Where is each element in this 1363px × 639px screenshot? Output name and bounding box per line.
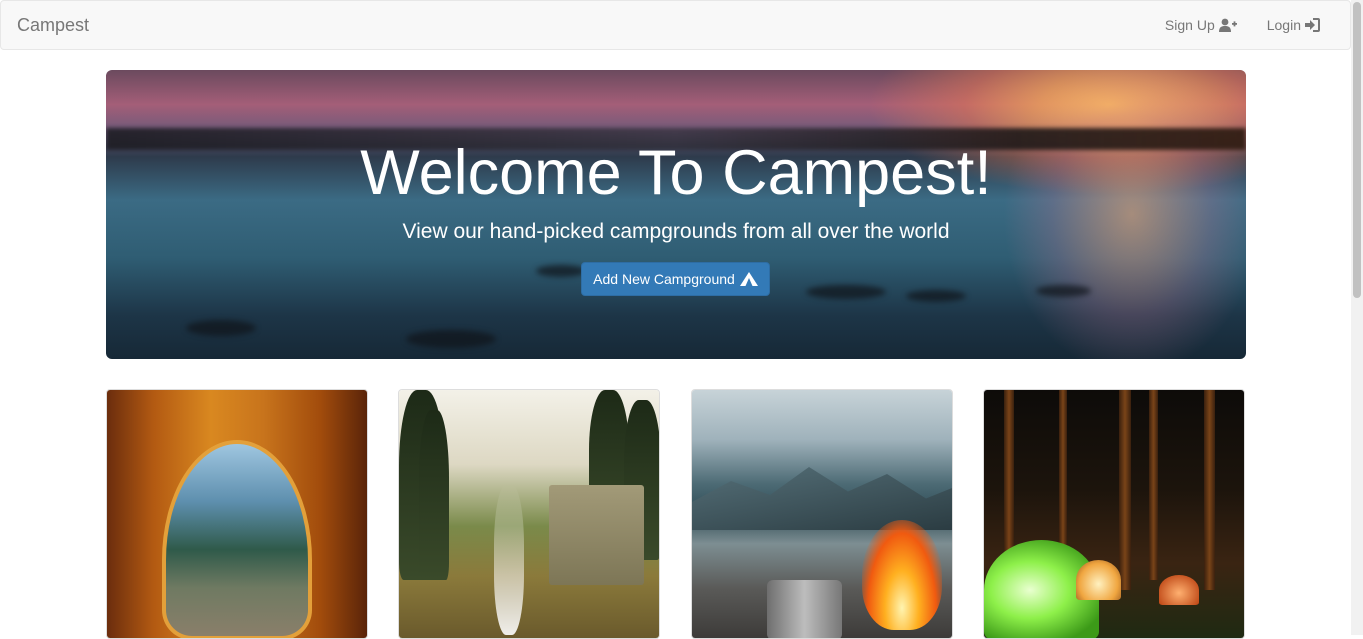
- campground-image[interactable]: [984, 390, 1244, 638]
- campground-card[interactable]: [691, 389, 953, 639]
- nav-right: Sign Up Login: [1135, 1, 1320, 49]
- hero-reflection: [106, 70, 1246, 359]
- hero-rock: [906, 290, 966, 302]
- scrollbar-thumb[interactable]: [1353, 2, 1361, 298]
- metal-cup: [767, 580, 842, 638]
- tent-icon: [739, 272, 758, 286]
- login-link[interactable]: Login: [1267, 17, 1320, 33]
- campground-card[interactable]: [983, 389, 1245, 639]
- hero-rock: [536, 265, 586, 277]
- hero-rock: [806, 285, 886, 299]
- campground-image[interactable]: [399, 390, 659, 638]
- tent-window: [162, 440, 312, 638]
- hero-rock: [406, 330, 496, 348]
- add-campground-button[interactable]: Add New Campground: [581, 262, 770, 296]
- campfire: [862, 520, 942, 630]
- signup-link[interactable]: Sign Up: [1165, 17, 1237, 33]
- user-plus-icon: [1218, 18, 1237, 32]
- hero-title: Welcome To Campest!: [360, 138, 992, 208]
- campground-image[interactable]: [107, 390, 367, 638]
- campground-card[interactable]: [398, 389, 660, 639]
- tree-trunk: [1004, 390, 1014, 560]
- campground-image[interactable]: [692, 390, 952, 638]
- tree-trunk: [1119, 390, 1131, 590]
- campground-card[interactable]: [106, 389, 368, 639]
- sign-in-icon: [1305, 18, 1320, 32]
- tree: [419, 410, 449, 580]
- hero-rock: [186, 320, 256, 336]
- add-campground-label: Add New Campground: [593, 271, 735, 287]
- hero-subtitle: View our hand-picked campgrounds from al…: [402, 220, 950, 243]
- hero-rock: [1036, 285, 1091, 297]
- tree-trunk: [1204, 390, 1215, 590]
- hero-jumbotron: Welcome To Campest! View our hand-picked…: [106, 70, 1246, 359]
- login-label: Login: [1266, 17, 1301, 33]
- tree-trunk: [1149, 390, 1158, 580]
- campfire-smoke: [494, 485, 524, 635]
- mountains: [692, 467, 952, 530]
- signup-label: Sign Up: [1164, 17, 1215, 33]
- camp-tent: [549, 485, 644, 585]
- brand-link[interactable]: Campest: [17, 14, 89, 36]
- lit-tent: [1159, 575, 1199, 605]
- lit-tent: [1076, 560, 1121, 600]
- scrollbar-track[interactable]: [1351, 0, 1363, 635]
- navbar: Campest Sign Up Login: [0, 0, 1351, 50]
